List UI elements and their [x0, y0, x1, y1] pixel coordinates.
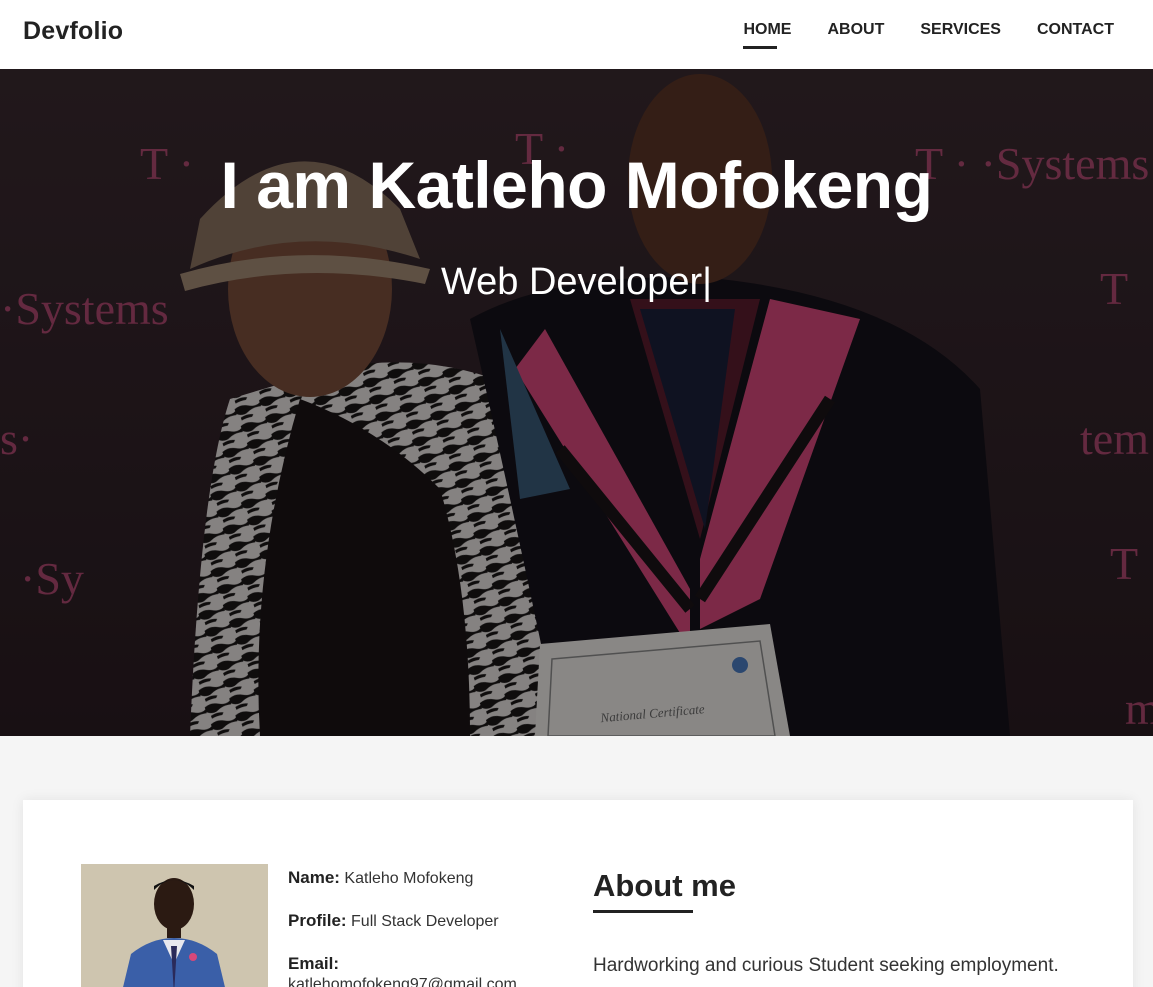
info-email: Email: katlehomofokeng97@gmail.com	[288, 954, 568, 987]
hero-title: I am Katleho Mofokeng	[220, 148, 933, 222]
main-nav: HOME ABOUT SERVICES CONTACT	[743, 21, 1114, 49]
nav-about[interactable]: ABOUT	[827, 21, 884, 39]
email-value[interactable]: katlehomofokeng97@gmail.com	[288, 975, 568, 987]
profile-value: Full Stack Developer	[351, 913, 499, 930]
info-profile: Profile: Full Stack Developer	[288, 911, 568, 932]
profile-photo	[81, 864, 268, 987]
email-label: Email:	[288, 954, 340, 973]
hero-section: T · T · T · ·Systems ·Systems T tem s· ·…	[0, 69, 1153, 736]
about-text: Hardworking and curious Student seeking …	[593, 955, 1059, 976]
name-label: Name:	[288, 868, 340, 887]
hero-subtitle-text: Web Developer	[440, 261, 703, 303]
brand-logo[interactable]: Devfolio	[23, 17, 123, 46]
about-heading: About me	[593, 868, 736, 903]
name-value: Katleho Mofokeng	[344, 870, 474, 887]
nav-home[interactable]: HOME	[743, 21, 791, 49]
heading-underline	[593, 910, 693, 913]
personal-info: Name: Katleho Mofokeng Profile: Full Sta…	[288, 868, 568, 987]
nav-services[interactable]: SERVICES	[920, 21, 1001, 39]
hero-subtitle: Web Developer|	[0, 261, 1153, 304]
navbar: Devfolio HOME ABOUT SERVICES CONTACT	[0, 0, 1153, 69]
info-name: Name: Katleho Mofokeng	[288, 868, 568, 889]
typing-cursor: |	[702, 261, 713, 303]
about-card: Name: Katleho Mofokeng Profile: Full Sta…	[23, 800, 1133, 987]
nav-contact[interactable]: CONTACT	[1037, 21, 1114, 39]
profile-label: Profile:	[288, 911, 347, 930]
